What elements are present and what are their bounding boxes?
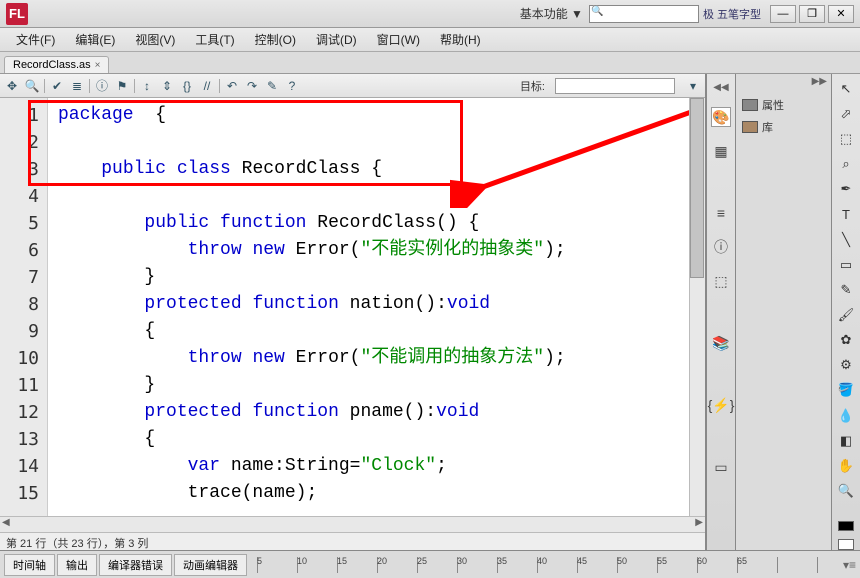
menu-tools[interactable]: 工具(T) [185, 31, 244, 48]
free-transform-icon[interactable]: ⬚ [836, 130, 856, 147]
menu-view[interactable]: 视图(V) [125, 31, 185, 48]
menu-edit[interactable]: 编辑(E) [65, 31, 125, 48]
app-logo: FL [6, 3, 28, 25]
vertical-scrollbar[interactable] [689, 98, 705, 516]
minimize-button[interactable]: — [770, 5, 796, 23]
menu-help[interactable]: 帮助(H) [430, 31, 491, 48]
document-tabs: RecordClass.as × [0, 52, 860, 74]
horizontal-scrollbar[interactable] [0, 516, 705, 532]
tools-panel: ↖ ⬀ ⬚ ⌕ ✒ T ╲ ▭ ✎ 🖌 ✿ ⚙ 🪣 💧 ◧ ✋ 🔍 [831, 74, 860, 550]
right-dock: ◀◀ 🎨 ▦ ≡ ⓘ ⬚ 📚 {⚡} ▭ [706, 74, 735, 550]
format-icon[interactable]: ≣ [69, 78, 85, 94]
menubar: 文件(F) 编辑(E) 视图(V) 工具(T) 控制(O) 调试(D) 窗口(W… [0, 28, 860, 52]
code-editor[interactable]: 123456789101112131415 package { public c… [0, 98, 705, 516]
search-input[interactable] [589, 5, 699, 23]
stroke-color-icon[interactable] [838, 521, 854, 532]
hint-icon[interactable]: ⓘ [94, 78, 110, 94]
tab-timeline[interactable]: 时间轴 [4, 554, 55, 576]
properties-label: 属性 [762, 97, 784, 113]
palette-icon[interactable]: 🎨 [711, 107, 731, 127]
properties-panel-button[interactable]: 属性 [736, 94, 831, 116]
help-icon[interactable]: ? [284, 78, 300, 94]
status-bar: 第 21 行（共 23 行），第 3 列 [0, 532, 705, 550]
panel-column: ▶▶ 属性 库 [735, 74, 831, 550]
brace-icon[interactable]: {} [179, 78, 195, 94]
selection-tool-icon[interactable]: ↖ [836, 80, 856, 97]
components-icon[interactable]: ▭ [711, 457, 731, 477]
transform-icon[interactable]: ⬚ [711, 271, 731, 291]
tab-output[interactable]: 输出 [57, 554, 97, 576]
collapse-icon[interactable]: ↕ [139, 78, 155, 94]
pencil-tool-icon[interactable]: ✎ [836, 281, 856, 298]
code-content[interactable]: package { public class RecordClass { pub… [48, 98, 705, 516]
rectangle-tool-icon[interactable]: ▭ [836, 256, 856, 273]
bone-tool-icon[interactable]: ⚙ [836, 357, 856, 374]
panel-menu-icon[interactable]: ▾≡ [843, 558, 856, 572]
pen-tool-icon[interactable]: ✒ [836, 181, 856, 198]
actions-icon[interactable]: {⚡} [711, 395, 731, 415]
properties-icon [742, 99, 758, 111]
workspace-mode[interactable]: 基本功能 ▼ [520, 5, 583, 22]
subselection-tool-icon[interactable]: ⬀ [836, 105, 856, 122]
ime-indicator: 极 五笔字型 [703, 6, 761, 22]
menu-control[interactable]: 控制(O) [245, 31, 306, 48]
tab-compiler-errors[interactable]: 编译器错误 [99, 554, 172, 576]
bottom-panel: 时间轴 输出 编译器错误 动画编辑器 510152025303540455055… [0, 550, 860, 578]
add-icon[interactable]: ✥ [4, 78, 20, 94]
expand-icon[interactable]: ⇕ [159, 78, 175, 94]
target-combo[interactable] [555, 78, 675, 94]
chevron-down-icon[interactable]: ▾ [685, 78, 701, 94]
info-icon[interactable]: ⓘ [711, 237, 731, 257]
brush-tool-icon[interactable]: 🖌 [836, 306, 856, 323]
grid-icon[interactable]: ▦ [711, 141, 731, 161]
align-icon[interactable]: ≡ [711, 203, 731, 223]
tab-label: RecordClass.as [13, 59, 91, 71]
debug-icon[interactable]: ⚑ [114, 78, 130, 94]
zoom-tool-icon[interactable]: 🔍 [836, 483, 856, 500]
target-label: 目标: [520, 78, 545, 94]
fill-color-icon[interactable] [838, 539, 854, 550]
tab-motion-editor[interactable]: 动画编辑器 [174, 554, 247, 576]
text-tool-icon[interactable]: T [836, 206, 856, 223]
close-button[interactable]: ✕ [828, 5, 854, 23]
restore-button[interactable]: ❐ [799, 5, 825, 23]
check-icon[interactable]: ✔ [49, 78, 65, 94]
library-icon [742, 121, 758, 133]
line-gutter: 123456789101112131415 [0, 98, 48, 516]
line-tool-icon[interactable]: ╲ [836, 231, 856, 248]
menu-file[interactable]: 文件(F) [6, 31, 65, 48]
code-toolbar: ✥ 🔍 ✔ ≣ ⓘ ⚑ ↕ ⇕ {} // ↶ ↷ ✎ ? 目标: ▾ [0, 74, 705, 98]
library-label: 库 [762, 119, 773, 135]
deco-tool-icon[interactable]: ✿ [836, 332, 856, 349]
menu-window[interactable]: 窗口(W) [367, 31, 430, 48]
hand-tool-icon[interactable]: ✋ [836, 457, 856, 474]
find-icon[interactable]: 🔍 [24, 78, 40, 94]
timeline-ruler[interactable]: 5101520253035404550556065 [257, 557, 837, 573]
menu-debug[interactable]: 调试(D) [306, 31, 367, 48]
panel-collapse-icon[interactable]: ▶▶ [812, 76, 827, 92]
eraser-tool-icon[interactable]: ◧ [836, 432, 856, 449]
titlebar: FL 基本功能 ▼ 极 五笔字型 — ❐ ✕ [0, 0, 860, 28]
lasso-tool-icon[interactable]: ⌕ [836, 155, 856, 172]
redo-icon[interactable]: ↷ [244, 78, 260, 94]
library-dock-icon[interactable]: 📚 [711, 333, 731, 353]
snippet-icon[interactable]: ✎ [264, 78, 280, 94]
eyedropper-icon[interactable]: 💧 [836, 407, 856, 424]
tab-recordclass[interactable]: RecordClass.as × [4, 56, 109, 73]
tab-close-icon[interactable]: × [95, 60, 101, 71]
comment-icon[interactable]: // [199, 78, 215, 94]
undo-icon[interactable]: ↶ [224, 78, 240, 94]
paint-bucket-icon[interactable]: 🪣 [836, 382, 856, 399]
library-panel-button[interactable]: 库 [736, 116, 831, 138]
